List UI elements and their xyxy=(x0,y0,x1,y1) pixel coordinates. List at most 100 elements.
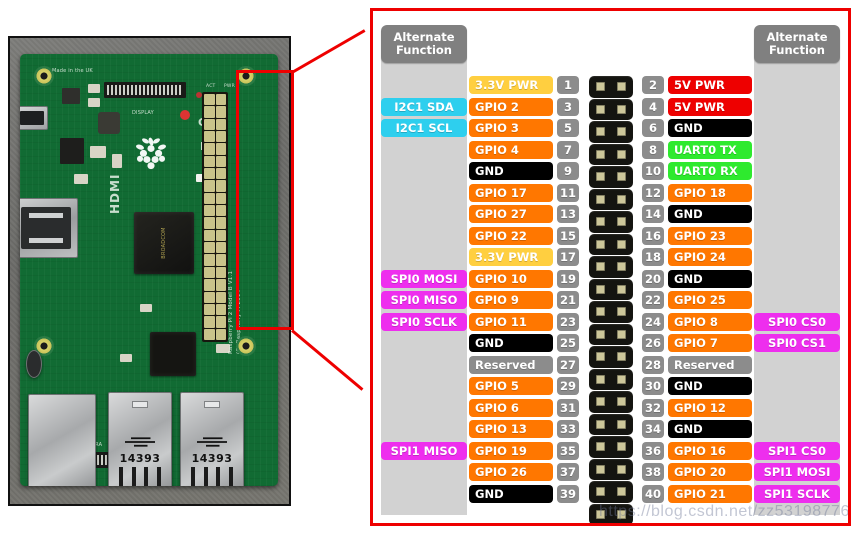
pin-number-left[interactable]: 25 xyxy=(557,334,579,352)
pin-name-right[interactable]: GPIO 12 xyxy=(668,398,752,417)
pin-number-left[interactable]: 17 xyxy=(557,248,579,266)
pin-number-left[interactable]: 19 xyxy=(557,269,579,288)
pin-name-right[interactable]: GPIO 21 xyxy=(668,484,752,503)
pin-name-left[interactable]: GPIO 9 xyxy=(469,291,553,309)
pin-number-left[interactable]: 7 xyxy=(557,140,579,159)
pin-name-right[interactable]: GPIO 7 xyxy=(668,334,752,352)
pin-number-left[interactable]: 31 xyxy=(557,398,579,417)
pin-number-right[interactable]: 2 xyxy=(642,76,664,94)
pin-number-right[interactable]: 18 xyxy=(642,248,664,266)
raspberry-pi-logo xyxy=(136,137,166,170)
pin-number-right[interactable]: 24 xyxy=(642,312,664,331)
alt-function-left[interactable]: I2C1 SDA xyxy=(381,97,467,116)
pin-name-left[interactable]: GPIO 17 xyxy=(469,183,553,202)
pin-number-left[interactable]: 23 xyxy=(557,312,579,331)
pin-number-right[interactable]: 20 xyxy=(642,269,664,288)
pin-name-right[interactable]: GND xyxy=(668,269,752,288)
pin-name-right[interactable]: UART0 TX xyxy=(668,140,752,159)
pin-number-right[interactable]: 40 xyxy=(642,484,664,503)
pin-name-left[interactable]: GPIO 19 xyxy=(469,441,553,460)
pin-number-right[interactable]: 14 xyxy=(642,205,664,223)
pin-name-right[interactable]: Reserved xyxy=(668,355,752,374)
pin-name-right[interactable]: 5V PWR xyxy=(668,76,752,94)
pin-number-right[interactable]: 10 xyxy=(642,162,664,180)
pin-number-left[interactable]: 29 xyxy=(557,377,579,395)
pin-name-left[interactable]: GPIO 13 xyxy=(469,420,553,438)
pin-number-left[interactable]: 5 xyxy=(557,119,579,137)
connector-pin-pair xyxy=(588,98,633,120)
usb-emblem-icon xyxy=(197,437,227,447)
pin-number-left[interactable]: 37 xyxy=(557,463,579,481)
alt-function-right[interactable]: SPI1 SCLK xyxy=(754,484,840,503)
pin-name-right[interactable]: GPIO 23 xyxy=(668,226,752,245)
smd-component xyxy=(112,154,122,168)
pin-name-left[interactable]: 3.3V PWR xyxy=(469,76,553,94)
pin-name-right[interactable]: GND xyxy=(668,377,752,395)
pin-number-right[interactable]: 4 xyxy=(642,97,664,116)
pin-number-right[interactable]: 32 xyxy=(642,398,664,417)
pin-name-left[interactable]: GND xyxy=(469,334,553,352)
pin-number-right[interactable]: 26 xyxy=(642,334,664,352)
pin-name-left[interactable]: GPIO 27 xyxy=(469,205,553,223)
pin-number-right[interactable]: 30 xyxy=(642,377,664,395)
pin-number-left[interactable]: 15 xyxy=(557,226,579,245)
alt-function-right[interactable]: SPI1 CS0 xyxy=(754,441,840,460)
pin-number-right[interactable]: 34 xyxy=(642,420,664,438)
pin-name-left[interactable]: GPIO 11 xyxy=(469,312,553,331)
connector-pad xyxy=(616,104,626,114)
connector-pad xyxy=(595,82,605,92)
pin-name-left[interactable]: GPIO 5 xyxy=(469,377,553,395)
pin-number-left[interactable]: 33 xyxy=(557,420,579,438)
pin-name-right[interactable]: GPIO 8 xyxy=(668,312,752,331)
pin-number-left[interactable]: 39 xyxy=(557,484,579,503)
pin-name-left[interactable]: GND xyxy=(469,162,553,180)
pin-name-left[interactable]: 3.3V PWR xyxy=(469,248,553,266)
pin-name-right[interactable]: UART0 RX xyxy=(668,162,752,180)
pin-number-right[interactable]: 8 xyxy=(642,140,664,159)
pin-name-right[interactable]: GND xyxy=(668,420,752,438)
pin-name-left[interactable]: GPIO 10 xyxy=(469,269,553,288)
pin-number-left[interactable]: 13 xyxy=(557,205,579,223)
pin-name-left[interactable]: GPIO 2 xyxy=(469,97,553,116)
pin-number-left[interactable]: 35 xyxy=(557,441,579,460)
pin-number-right[interactable]: 22 xyxy=(642,291,664,309)
connector-pin-pair xyxy=(588,233,633,255)
pin-number-left[interactable]: 9 xyxy=(557,162,579,180)
pin-number-right[interactable]: 6 xyxy=(642,119,664,137)
connector-pad xyxy=(616,172,626,182)
alt-function-right[interactable]: SPI0 CS1 xyxy=(754,334,840,352)
alt-function-right[interactable]: SPI1 MOSI xyxy=(754,463,840,481)
pin-name-right[interactable]: GPIO 20 xyxy=(668,463,752,481)
pin-name-right[interactable]: GND xyxy=(668,205,752,223)
pin-name-right[interactable]: GPIO 25 xyxy=(668,291,752,309)
pin-number-right[interactable]: 36 xyxy=(642,441,664,460)
pin-name-left[interactable]: Reserved xyxy=(469,355,553,374)
pin-name-left[interactable]: GPIO 26 xyxy=(469,463,553,481)
pin-number-right[interactable]: 38 xyxy=(642,463,664,481)
pin-name-right[interactable]: GND xyxy=(668,119,752,137)
pin-name-right[interactable]: 5V PWR xyxy=(668,97,752,116)
pin-name-right[interactable]: GPIO 16 xyxy=(668,441,752,460)
pin-number-right[interactable]: 28 xyxy=(642,355,664,374)
pin-name-left[interactable]: GPIO 6 xyxy=(469,398,553,417)
pin-number-left[interactable]: 1 xyxy=(557,76,579,94)
connector-pin-pair xyxy=(588,256,633,278)
alt-function-right[interactable]: SPI0 CS0 xyxy=(754,312,840,331)
alt-function-left[interactable]: SPI0 SCLK xyxy=(381,312,467,331)
pin-name-left[interactable]: GPIO 22 xyxy=(469,226,553,245)
pin-number-left[interactable]: 21 xyxy=(557,291,579,309)
pin-number-left[interactable]: 11 xyxy=(557,183,579,202)
alt-function-left[interactable]: SPI0 MOSI xyxy=(381,269,467,288)
pin-name-right[interactable]: GPIO 24 xyxy=(668,248,752,266)
pin-name-left[interactable]: GPIO 4 xyxy=(469,140,553,159)
pin-name-left[interactable]: GND xyxy=(469,484,553,503)
pin-number-right[interactable]: 16 xyxy=(642,226,664,245)
pin-name-right[interactable]: GPIO 18 xyxy=(668,183,752,202)
alt-function-left[interactable]: SPI0 MISO xyxy=(381,291,467,309)
pin-name-left[interactable]: GPIO 3 xyxy=(469,119,553,137)
alt-function-left[interactable]: SPI1 MISO xyxy=(381,441,467,460)
pin-number-left[interactable]: 3 xyxy=(557,97,579,116)
pin-number-right[interactable]: 12 xyxy=(642,183,664,202)
alt-function-left[interactable]: I2C1 SCL xyxy=(381,119,467,137)
pin-number-left[interactable]: 27 xyxy=(557,355,579,374)
